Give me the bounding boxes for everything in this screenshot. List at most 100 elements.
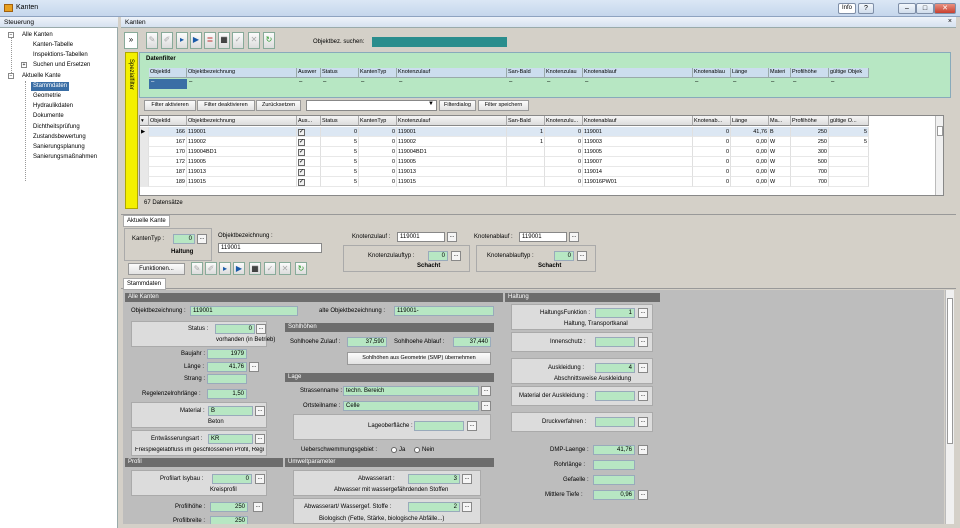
pencil-icon[interactable]: ✐ — [161, 32, 173, 49]
radio-nein[interactable] — [414, 447, 420, 453]
filter-deactivate-button[interactable]: Filter deaktivieren — [197, 100, 255, 111]
gefaelle-field[interactable] — [593, 475, 635, 485]
check-icon[interactable]: ✓ — [232, 32, 244, 49]
table-cell[interactable]: B — [769, 127, 791, 137]
table-cell[interactable]: 119015 — [397, 177, 507, 187]
list-icon[interactable]: ≣ — [204, 32, 216, 49]
table-cell[interactable]: 119001 — [583, 127, 693, 137]
row-selector[interactable] — [140, 137, 149, 147]
grid-icon[interactable]: ▦ — [249, 262, 261, 275]
table-cell[interactable]: W — [769, 147, 791, 157]
table-cell[interactable]: 119005 — [397, 157, 507, 167]
table-cell[interactable]: W — [769, 167, 791, 177]
dmp-laenge-picker-button[interactable]: ... — [638, 445, 648, 455]
tree-item-suchen-ersetzen[interactable]: Suchen und Ersetzen — [33, 61, 90, 70]
edit-icon[interactable]: ✎ — [191, 262, 203, 275]
column-header[interactable]: Objektbezeichnung — [187, 116, 297, 126]
help-button[interactable]: ? — [858, 3, 874, 14]
tree-item-geometrie[interactable]: Geometrie — [33, 92, 61, 101]
filter-value[interactable]: – — [297, 79, 302, 89]
kantentyp-field[interactable]: 0 — [173, 234, 195, 244]
filter-value[interactable]: – — [693, 79, 698, 89]
table-scrollbar[interactable] — [935, 116, 943, 195]
status-field[interactable]: 0 — [215, 324, 255, 334]
tree-item-dokumente[interactable]: Dokumente — [33, 112, 64, 121]
row-selector[interactable]: ▶ — [140, 127, 149, 137]
auswertung-checkbox[interactable]: ✓ — [297, 177, 321, 187]
delete-icon[interactable]: ✕ — [248, 32, 260, 49]
filter-save-button[interactable]: Filter speichern — [478, 100, 529, 111]
table-cell[interactable]: 0 — [321, 127, 359, 137]
abwasserart2-picker-button[interactable]: ... — [462, 502, 472, 512]
table-cell[interactable]: 41,76 — [731, 127, 769, 137]
tree-item-zustandsbewertung[interactable]: Zustandsbewertung — [33, 133, 86, 142]
haltungsfunktion-field[interactable]: 1 — [595, 308, 635, 318]
tree-item-hydraulikdaten[interactable]: Hydraulikdaten — [33, 102, 73, 111]
column-header[interactable]: Status — [321, 116, 359, 126]
table-cell[interactable]: 1 — [507, 127, 545, 137]
filter-value[interactable]: – — [149, 79, 187, 89]
regel-field[interactable]: 1,50 — [207, 389, 247, 399]
strasse-field[interactable]: techn. Bereich — [343, 386, 479, 396]
table-cell[interactable]: 0 — [359, 177, 397, 187]
knotenablauf-field[interactable]: 119001 — [519, 232, 567, 242]
last-record-icon[interactable]: ▶ — [233, 262, 245, 275]
knotenzulauftyp-picker-button[interactable]: ... — [451, 251, 461, 261]
table-cell[interactable]: 5 — [321, 177, 359, 187]
table-cell[interactable]: 0 — [545, 157, 583, 167]
collapse-icon[interactable]: − — [8, 32, 14, 38]
table-cell[interactable]: 119004BD1 — [397, 147, 507, 157]
column-header[interactable]: Länge — [731, 116, 769, 126]
filter-value[interactable]: – — [829, 79, 834, 89]
scroll-thumb[interactable] — [937, 126, 943, 136]
table-cell[interactable] — [829, 177, 869, 187]
haltungsfunktion-picker-button[interactable]: ... — [638, 308, 648, 318]
objbez-field[interactable]: 119001 — [190, 306, 298, 316]
table-cell[interactable]: 5 — [321, 167, 359, 177]
table-cell[interactable]: 119007 — [583, 157, 693, 167]
table-cell[interactable]: W — [769, 177, 791, 187]
table-cell[interactable]: 700 — [791, 177, 829, 187]
table-cell[interactable]: 119014 — [583, 167, 693, 177]
ortsteil-field[interactable]: Celle — [343, 401, 479, 411]
druckverfahren-picker-button[interactable]: ... — [638, 417, 648, 427]
knotenzulauftyp-field[interactable]: 0 — [428, 251, 448, 261]
column-header[interactable]: Knotenablauf — [583, 116, 693, 126]
table-cell[interactable]: 0 — [545, 177, 583, 187]
filter-value[interactable]: – — [545, 79, 550, 89]
material-auskleidung-field[interactable] — [595, 391, 635, 401]
material-field[interactable]: B — [208, 406, 253, 416]
refresh-icon[interactable]: ↻ — [263, 32, 275, 49]
kantentyp-picker-button[interactable]: ... — [197, 234, 207, 244]
druckverfahren-field[interactable] — [595, 417, 635, 427]
table-cell[interactable]: 0 — [545, 137, 583, 147]
reset-button[interactable]: Zurücksetzen — [256, 100, 301, 111]
laenge-picker-button[interactable]: ... — [249, 362, 259, 372]
table-cell[interactable]: 0,00 — [731, 177, 769, 187]
minimize-button[interactable]: – — [898, 3, 916, 14]
edit-icon[interactable]: ✎ — [146, 32, 158, 49]
auskleidung-field[interactable]: 4 — [595, 363, 635, 373]
table-cell[interactable]: 119005 — [583, 147, 693, 157]
collapse-icon[interactable]: − — [8, 73, 14, 79]
strasse-picker-button[interactable]: ... — [481, 386, 491, 396]
table-cell[interactable]: 0 — [545, 167, 583, 177]
column-header[interactable]: Ma... — [769, 116, 791, 126]
filter-value[interactable]: – — [791, 79, 796, 89]
table-cell[interactable]: 0 — [693, 157, 731, 167]
scroll-thumb[interactable] — [947, 298, 953, 444]
tree-item-sanierungsplanung[interactable]: Sanierungsplanung — [33, 143, 85, 152]
filter-value[interactable]: – — [359, 79, 364, 89]
tree-item-aktuelle-kante[interactable]: Aktuelle Kante — [22, 72, 61, 81]
table-cell[interactable]: 119005 — [187, 157, 297, 167]
sohlhoehe-ablauf-field[interactable]: 37,440 — [453, 337, 491, 347]
table-cell[interactable]: 0,00 — [731, 137, 769, 147]
table-cell[interactable]: 300 — [791, 147, 829, 157]
knotenablauftyp-field[interactable]: 0 — [554, 251, 574, 261]
info-button[interactable]: Info — [838, 3, 856, 14]
table-cell[interactable]: 172 — [149, 157, 187, 167]
baujahr-field[interactable]: 1979 — [207, 349, 247, 359]
lageoberflaeche-field[interactable] — [414, 421, 464, 431]
delete-icon[interactable]: ✕ — [279, 262, 291, 275]
table-cell[interactable]: 500 — [791, 157, 829, 167]
